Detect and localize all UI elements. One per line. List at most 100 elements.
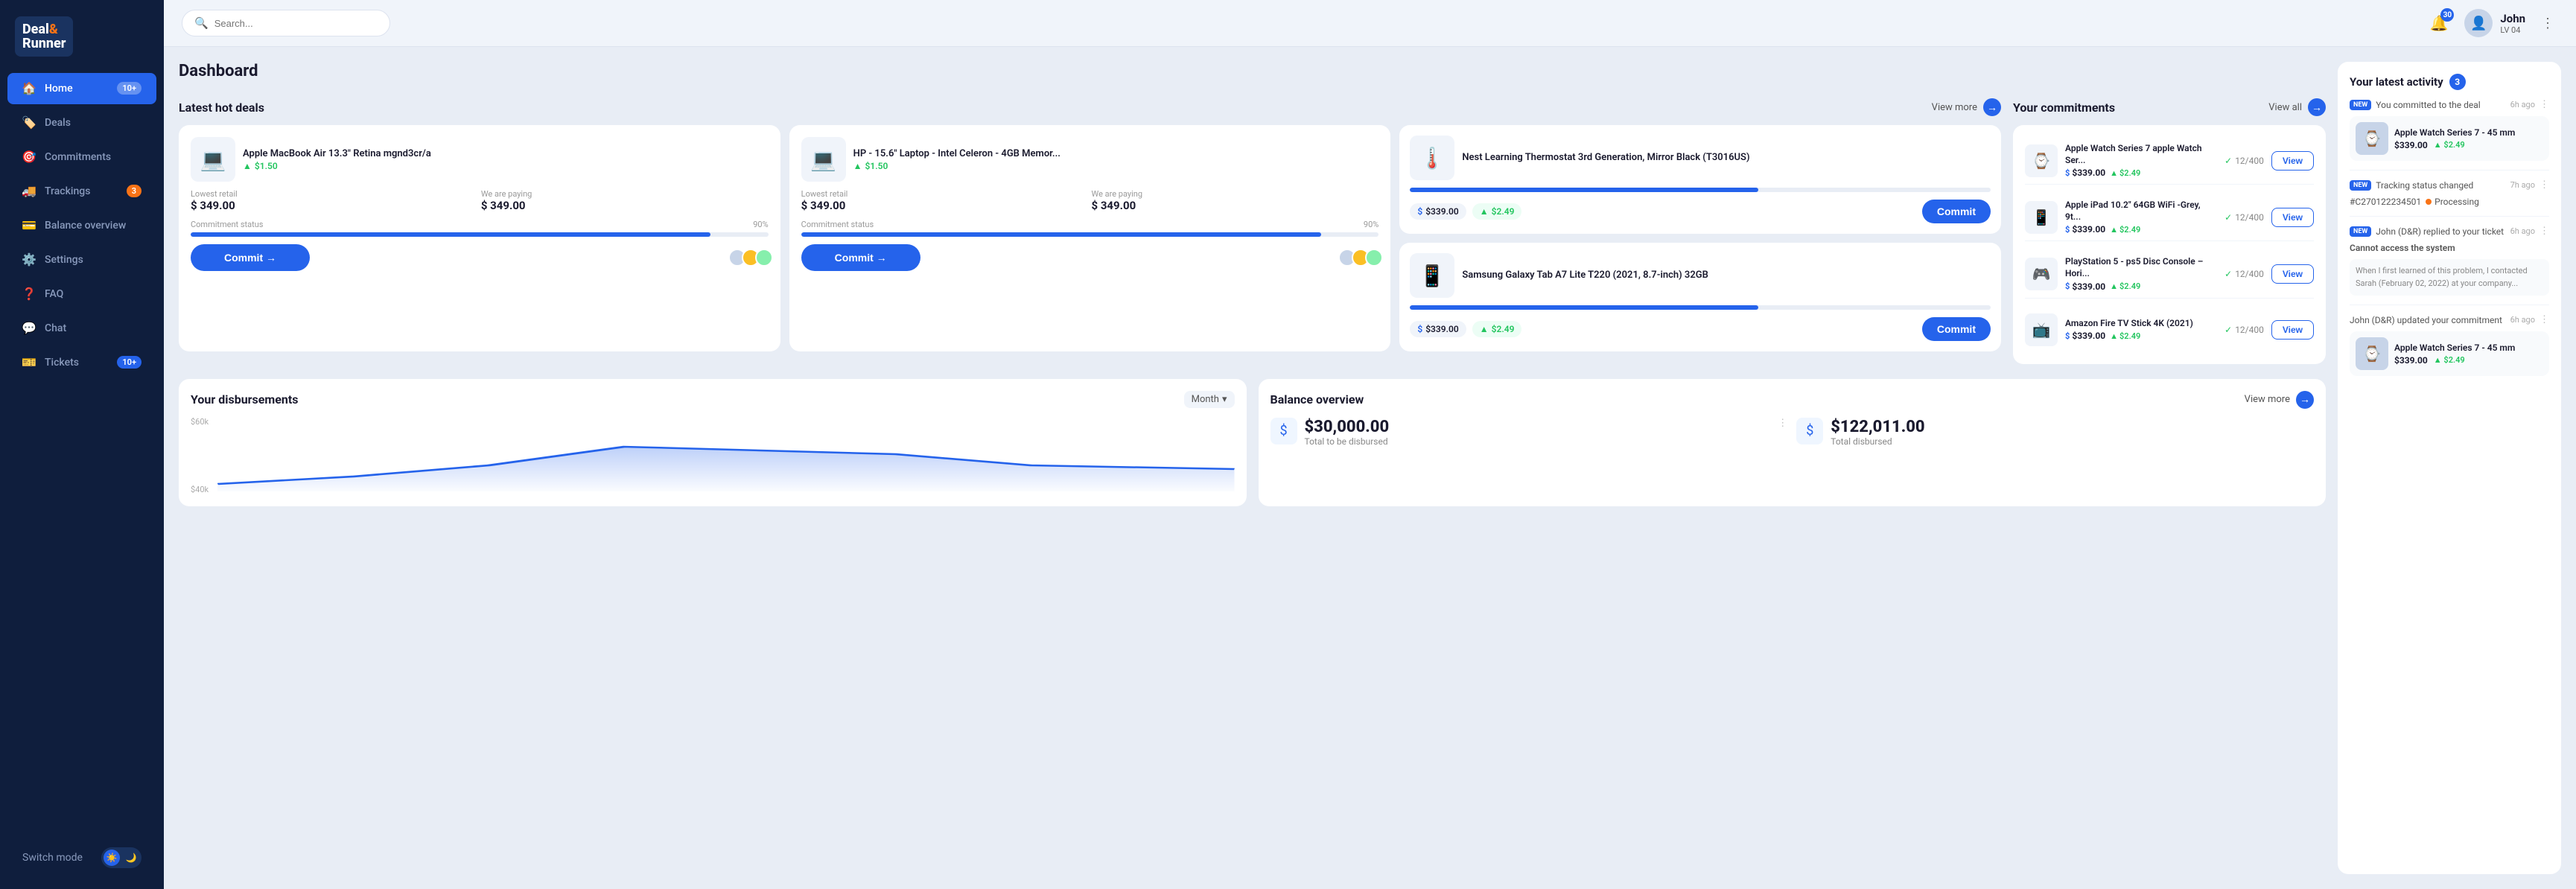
sidebar-item-commitments[interactable]: 🎯 Commitments bbox=[7, 141, 156, 173]
deal-2-commit-button[interactable]: Commit → bbox=[801, 244, 920, 271]
deal-2-action-row: Commit → bbox=[801, 244, 1379, 271]
logo-amp: & bbox=[49, 22, 58, 37]
activity-item-1-more[interactable]: ⋮ bbox=[2540, 99, 2549, 110]
deal-2-progress-label: Commitment status bbox=[801, 220, 874, 229]
commitment-1-count: ✓ 12/400 bbox=[2224, 156, 2264, 166]
month-selector[interactable]: Month ▾ bbox=[1184, 391, 1235, 408]
hot-deals-view-more-text[interactable]: View more bbox=[1932, 102, 1977, 113]
main-area: 🔍 🔔 30 👤 John LV 04 ⋮ Dashboard bbox=[164, 0, 2576, 889]
commitments-title: Your commitments bbox=[2013, 101, 2115, 115]
activity-item-4-desc: John (D&R) updated your commitment bbox=[2350, 315, 2506, 325]
activity-item-3-new-badge: NEW bbox=[2350, 226, 2371, 237]
deal-4-price-tag: $ $339.00 bbox=[1410, 321, 1466, 337]
balance-item-1-more[interactable]: ⋮ bbox=[1778, 418, 1787, 429]
activity-title: Your latest activity bbox=[2350, 75, 2443, 89]
deal-1-retail-price: $ 349.00 bbox=[191, 199, 478, 212]
commitment-1-price: $ $339.00 ▲ $2.49 bbox=[2065, 168, 2217, 178]
sidebar-item-settings[interactable]: ⚙️ Settings bbox=[7, 244, 156, 275]
chevron-down-icon: ▾ bbox=[1222, 394, 1227, 405]
sidebar-item-trackings-label: Trackings bbox=[45, 185, 90, 197]
commitment-1-view-button[interactable]: View bbox=[2271, 151, 2314, 171]
deal-2-progress-pct: 90% bbox=[1364, 220, 1378, 229]
balance-overview-section: Balance overview View more → $ $30,000.0… bbox=[1259, 379, 2327, 506]
sidebar-item-home[interactable]: 🏠 Home 10+ bbox=[7, 73, 156, 104]
search-input[interactable] bbox=[214, 18, 378, 29]
disbursements-section: Your disbursements Month ▾ $60k $40k bbox=[179, 379, 1247, 506]
sidebar-item-faq[interactable]: ❓ FAQ bbox=[7, 278, 156, 310]
activity-item-4-product: ⌚ Apple Watch Series 7 - 45 mm $339.00 ▲… bbox=[2350, 331, 2549, 376]
commitment-2-name: Apple iPad 10.2" 64GB WiFi -Grey, 9t... bbox=[2065, 200, 2217, 223]
hot-deals-header: Latest hot deals View more → bbox=[179, 98, 2001, 116]
balance-amount-2: $122,011.00 bbox=[1831, 418, 1924, 436]
activity-item-3-more[interactable]: ⋮ bbox=[2540, 226, 2549, 237]
sidebar: Deal& Runner 🏠 Home 10+ 🏷️ Deals 🎯 Commi… bbox=[0, 0, 164, 889]
deal-3-commit-button[interactable]: Commit bbox=[1922, 200, 1991, 223]
notifications-button[interactable]: 🔔 30 bbox=[2426, 10, 2452, 36]
deal-2-progress: Commitment status 90% bbox=[801, 220, 1379, 237]
commitments-header: Your commitments View all → bbox=[2013, 98, 2326, 116]
deal-1-commit-button[interactable]: Commit → bbox=[191, 244, 310, 271]
activity-item-1-desc: You committed to the deal bbox=[2376, 100, 2505, 110]
deal-4-savings-tag: ▲ $2.49 bbox=[1472, 321, 1522, 337]
activity-item-4-more[interactable]: ⋮ bbox=[2540, 314, 2549, 325]
deal-2-prices: Lowest retail $ 349.00 We are paying $ 3… bbox=[801, 189, 1379, 212]
commitment-2-view-button[interactable]: View bbox=[2271, 208, 2314, 227]
sidebar-item-settings-label: Settings bbox=[45, 254, 83, 266]
hot-deals-section: Latest hot deals View more → 💻 bbox=[179, 98, 2001, 364]
deal-1-title: Apple MacBook Air 13.3" Retina mgnd3cr/a bbox=[243, 147, 431, 161]
deal-4-commit-button[interactable]: Commit bbox=[1922, 317, 1991, 341]
deal-1-progress: Commitment status 90% bbox=[191, 220, 769, 237]
disbursements-chart bbox=[217, 417, 1235, 491]
sidebar-item-tickets[interactable]: 🎫 Tickets 10+ bbox=[7, 347, 156, 378]
activity-item-1-meta: NEW You committed to the deal 6h ago ⋮ bbox=[2350, 99, 2549, 110]
commitment-1-name: Apple Watch Series 7 apple Watch Ser... bbox=[2065, 143, 2217, 166]
search-box[interactable]: 🔍 bbox=[182, 10, 390, 36]
sidebar-item-trackings[interactable]: 🚚 Trackings 3 bbox=[7, 176, 156, 207]
search-icon: 🔍 bbox=[194, 16, 209, 30]
sidebar-item-balance-label: Balance overview bbox=[45, 220, 126, 232]
commitment-4-view-button[interactable]: View bbox=[2271, 320, 2314, 340]
deal-1-progress-pct: 90% bbox=[753, 220, 768, 229]
activity-item-1: NEW You committed to the deal 6h ago ⋮ ⌚… bbox=[2350, 99, 2549, 171]
disbursements-header: Your disbursements Month ▾ bbox=[191, 391, 1235, 408]
more-menu-button[interactable]: ⋮ bbox=[2537, 13, 2558, 34]
avatar: 👤 bbox=[2464, 9, 2493, 37]
activity-item-2-time: 7h ago bbox=[2510, 180, 2535, 190]
activity-item-1-savings: ▲ $2.49 bbox=[2434, 140, 2465, 150]
commitments-view-all-btn[interactable]: → bbox=[2308, 98, 2326, 116]
light-mode-btn[interactable]: ☀️ bbox=[104, 850, 120, 866]
deal-2-savings: ▲ $1.50 bbox=[853, 161, 1060, 171]
commitment-4-name: Amazon Fire TV Stick 4K (2021) bbox=[2065, 318, 2217, 330]
sidebar-item-chat[interactable]: 💬 Chat bbox=[7, 313, 156, 344]
deal-2-retail-label: Lowest retail bbox=[801, 189, 1089, 199]
activity-item-2-new-badge: NEW bbox=[2350, 180, 2371, 191]
balance-item-1: $ $30,000.00 Total to be disbursed ⋮ bbox=[1270, 418, 1788, 447]
commitment-2-price: $ $339.00 ▲ $2.49 bbox=[2065, 224, 2217, 235]
commitment-3-view-button[interactable]: View bbox=[2271, 264, 2314, 284]
sidebar-item-home-label: Home bbox=[45, 83, 73, 95]
deal-2-image: 💻 bbox=[801, 137, 846, 182]
deal-1-paying-price: $ 349.00 bbox=[481, 199, 769, 212]
deal-1-progress-label: Commitment status bbox=[191, 220, 263, 229]
dark-mode-btn[interactable]: 🌙 bbox=[123, 850, 139, 866]
sidebar-item-balance[interactable]: 💳 Balance overview bbox=[7, 210, 156, 241]
activity-item-2-tracking-id: #C270122234501 bbox=[2350, 197, 2421, 207]
commitment-2-count: ✓ 12/400 bbox=[2224, 212, 2264, 223]
commitment-1-image: ⌚ bbox=[2025, 144, 2058, 177]
switch-mode[interactable]: Switch mode ☀️ 🌙 bbox=[7, 840, 156, 876]
hot-deals-view-more-btn[interactable]: → bbox=[1983, 98, 2001, 116]
balance-amount-1: $30,000.00 bbox=[1305, 418, 1390, 436]
commitment-row-3: 🎮 PlayStation 5 - ps5 Disc Console – Hor… bbox=[2025, 250, 2314, 298]
commitments-view-all-text[interactable]: View all bbox=[2268, 102, 2302, 113]
hot-deals-grid: 💻 Apple MacBook Air 13.3" Retina mgnd3cr… bbox=[179, 125, 2001, 351]
sidebar-item-deals[interactable]: 🏷️ Deals bbox=[7, 107, 156, 138]
deal-card-3: 🌡️ Nest Learning Thermostat 3rd Generati… bbox=[1399, 125, 2001, 234]
header: 🔍 🔔 30 👤 John LV 04 ⋮ bbox=[164, 0, 2576, 47]
balance-view-more-text[interactable]: View more bbox=[2245, 394, 2290, 405]
activity-item-3-subject: Cannot access the system bbox=[2350, 243, 2549, 253]
deal-1-savings: ▲ $1.50 bbox=[243, 161, 431, 171]
balance-view-more-btn[interactable]: → bbox=[2296, 391, 2314, 409]
deal-1-image: 💻 bbox=[191, 137, 235, 182]
trackings-badge: 3 bbox=[127, 185, 141, 197]
activity-item-2-more[interactable]: ⋮ bbox=[2540, 179, 2549, 191]
